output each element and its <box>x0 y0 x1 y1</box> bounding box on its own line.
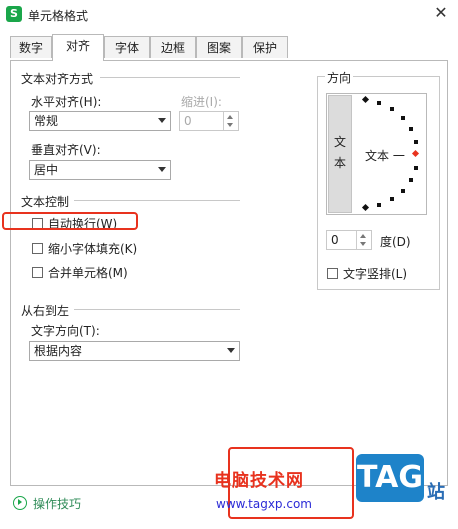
orientation-dot <box>377 101 381 105</box>
tab-border[interactable]: 边框 <box>150 36 196 58</box>
dialog-title: 单元格格式 <box>28 9 89 23</box>
arrow-up-icon <box>360 234 366 238</box>
text-direction-value: 根据内容 <box>34 344 83 358</box>
vertical-align-value: 居中 <box>34 163 59 177</box>
indent-stepper[interactable]: 0 <box>179 111 239 131</box>
orientation-dot <box>377 203 381 207</box>
vertical-stack-label[interactable]: 文字竖排(L) <box>343 265 407 282</box>
chevron-down-icon <box>158 167 166 172</box>
orientation-dot <box>390 107 394 111</box>
wps-app-icon: S <box>6 6 22 22</box>
tab-protection[interactable]: 保护 <box>242 36 288 58</box>
vertical-align-label: 垂直对齐(V): <box>31 143 101 157</box>
watermark-trailing-text: 站 <box>427 482 445 503</box>
orientation-dot <box>414 166 418 170</box>
spin-buttons[interactable] <box>223 112 238 130</box>
play-circle-icon <box>13 496 27 510</box>
merge-cells-checkbox[interactable] <box>32 267 43 278</box>
orientation-dot <box>401 116 405 120</box>
horizontal-align-value: 常规 <box>34 114 59 128</box>
orientation-sample-text: 文本 一 <box>365 149 405 163</box>
tab-font[interactable]: 字体 <box>104 36 150 58</box>
orientation-heading: 方向 <box>325 69 354 86</box>
text-control-heading: 文本控制 <box>21 195 70 209</box>
orientation-dot <box>414 140 418 144</box>
horizontal-align-label: 水平对齐(H): <box>31 95 102 109</box>
shrink-to-fit-checkbox[interactable] <box>32 243 43 254</box>
indent-label: 缩进(I): <box>181 95 222 109</box>
vertical-stack-checkbox[interactable] <box>327 268 338 279</box>
divider <box>74 309 240 310</box>
vertical-text-char: 本 <box>334 156 347 170</box>
tab-number[interactable]: 数字 <box>10 36 52 58</box>
vertical-align-select[interactable]: 居中 <box>29 160 171 180</box>
orientation-dot <box>401 189 405 193</box>
tag-logo: TAG <box>356 454 424 502</box>
arrow-up-icon <box>227 115 233 119</box>
close-icon[interactable]: ✕ <box>431 3 451 23</box>
merge-cells-label[interactable]: 合并单元格(M) <box>48 264 128 281</box>
orientation-dot <box>409 178 413 182</box>
orientation-dot <box>409 127 413 131</box>
horizontal-align-select[interactable]: 常规 <box>29 111 171 131</box>
chevron-down-icon <box>158 118 166 123</box>
tab-pattern[interactable]: 图案 <box>196 36 242 58</box>
rtl-heading: 从右到左 <box>21 304 70 318</box>
orientation-dot <box>390 197 394 201</box>
text-alignment-heading: 文本对齐方式 <box>21 72 94 86</box>
indent-value: 0 <box>184 114 192 128</box>
chevron-down-icon <box>227 348 235 353</box>
text-direction-select[interactable]: 根据内容 <box>29 341 240 361</box>
tips-link[interactable]: 操作技巧 <box>33 495 81 512</box>
arrow-down-icon <box>227 123 233 127</box>
watermark-url: www.tagxp.com <box>216 497 312 511</box>
vertical-text-char: 文 <box>334 135 347 149</box>
degree-value: 0 <box>331 233 339 247</box>
divider <box>100 77 240 78</box>
title-bar: S 单元格格式 ✕ <box>0 0 458 30</box>
degree-stepper[interactable]: 0 <box>326 230 372 250</box>
divider <box>74 200 240 201</box>
degree-label: 度(D) <box>380 235 411 249</box>
text-direction-label: 文字方向(T): <box>31 324 100 338</box>
highlight-box <box>2 212 138 230</box>
tab-alignment[interactable]: 对齐 <box>52 34 104 61</box>
watermark-site-name: 电脑技术网 <box>214 471 304 491</box>
shrink-to-fit-label[interactable]: 缩小字体填充(K) <box>48 240 137 257</box>
vertical-text-button[interactable]: 文 本 <box>328 95 352 213</box>
arrow-down-icon <box>360 242 366 246</box>
spin-buttons[interactable] <box>356 231 371 249</box>
